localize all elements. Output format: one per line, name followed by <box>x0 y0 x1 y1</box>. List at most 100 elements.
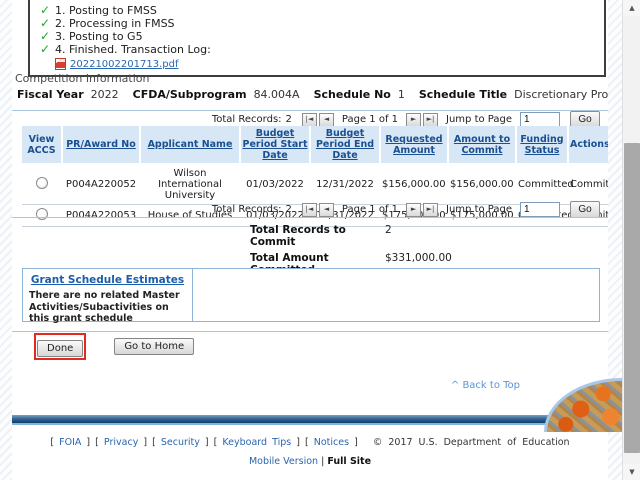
check-icon: ✓ <box>40 17 54 29</box>
total-records-value: 2 <box>286 114 292 125</box>
divider <box>12 331 608 332</box>
view-accs-radio[interactable] <box>36 177 48 189</box>
transaction-log-pdf-link[interactable]: 20221002201713.pdf <box>70 59 178 70</box>
schedule-no-value: 1 <box>398 88 405 101</box>
total-records-value: 2 <box>286 204 292 215</box>
budget-start-cell: 01/03/2022 <box>240 164 310 205</box>
col-header-budget-start[interactable]: Budget Period Start Date <box>240 126 310 164</box>
total-records-to-commit-value: 2 <box>385 224 392 248</box>
schedule-title-value: Discretionary Program - New <box>514 88 608 101</box>
pager-prev-button[interactable]: ◄ <box>319 113 334 127</box>
go-button[interactable]: Go <box>570 201 600 218</box>
pager-last-button[interactable]: ►| <box>423 203 438 217</box>
commit-action[interactable]: Commit <box>568 164 608 205</box>
col-header-applicant-name[interactable]: Applicant Name <box>140 126 240 164</box>
jump-to-page-label: Jump to Page <box>446 114 512 125</box>
competition-section-label: Competition Information <box>15 72 150 85</box>
content-area: ✓ 1. Posting to FMSS ✓ 2. Processing in … <box>12 0 608 480</box>
done-button[interactable]: Done <box>37 340 83 357</box>
log-step: ✓ 2. Processing in FMSS <box>40 17 596 30</box>
schedule-no-label: Schedule No <box>314 88 391 101</box>
no-activities-message: There are no related Master Activities/S… <box>29 290 186 325</box>
bracket: ] <box>296 437 300 448</box>
total-records-label: Total Records: <box>212 114 282 125</box>
pager-next-button[interactable]: ► <box>406 113 421 127</box>
fiscal-year-value: 2022 <box>91 88 119 101</box>
col-header-budget-end[interactable]: Budget Period End Date <box>310 126 380 164</box>
annotation-highlight-box: Done <box>34 333 86 360</box>
fiscal-year-field: Fiscal Year 2022 <box>17 88 119 101</box>
copyright-text: © 2017 U.S. Department of Education <box>373 437 570 448</box>
footer-links-row: [ FOIA ] [ Privacy ] [ Security ] [ Keyb… <box>12 437 608 448</box>
footer-link-notices[interactable]: Notices <box>314 437 349 448</box>
mobile-version-link[interactable]: Mobile Version <box>249 456 318 467</box>
requested-amount-cell: $156,000.00 <box>380 164 448 205</box>
footer-site-version-row: Mobile Version | Full Site <box>12 456 608 467</box>
pr-award-no-cell: P004A220053 <box>62 205 140 227</box>
jump-to-page-input[interactable] <box>520 112 560 127</box>
page-of-label: Page 1 of 1 <box>342 114 398 125</box>
log-step-text: 3. Posting to G5 <box>54 30 143 43</box>
col-header-pr-award-no[interactable]: PR/Award No <box>62 126 140 164</box>
cfda-subprogram-field: CFDA/Subprogram84.004A <box>133 88 300 101</box>
pager-bottom: Total Records: 2 |◄ ◄ Page 1 of 1 ► ►| J… <box>212 201 600 218</box>
pager-first-button[interactable]: |◄ <box>302 113 317 127</box>
scroll-up-button[interactable]: ▲ <box>623 0 640 16</box>
bracket: [ <box>305 437 309 448</box>
col-header-view-accs: View ACCS <box>22 126 62 164</box>
col-header-funding-status[interactable]: Funding Status <box>516 126 568 164</box>
grant-schedule-estimates-link[interactable]: Grant Schedule Estimates <box>29 274 186 286</box>
pager-first-button[interactable]: |◄ <box>302 203 317 217</box>
col-header-amount-to-commit[interactable]: Amount to Commit <box>448 126 516 164</box>
schedule-title-label: Schedule Title <box>419 88 507 101</box>
pdf-icon <box>55 58 66 70</box>
pager-last-button[interactable]: ►| <box>423 113 438 127</box>
table-row: P004A220052 Wilson International Univers… <box>22 164 608 205</box>
jump-to-page-input[interactable] <box>520 202 560 217</box>
log-step-text: 4. Finished. Transaction Log: <box>54 43 211 56</box>
jump-to-page-label: Jump to Page <box>446 204 512 215</box>
grant-schedule-estimates-empty-cell <box>193 269 599 321</box>
vertical-scrollbar: ▲ ▼ <box>622 0 640 480</box>
log-step: ✓ 3. Posting to G5 <box>40 30 596 43</box>
page-canvas: ✓ 1. Posting to FMSS ✓ 2. Processing in … <box>0 0 640 480</box>
bracket: [ <box>152 437 156 448</box>
log-step: ✓ 4. Finished. Transaction Log: <box>40 43 596 56</box>
bracket: ] <box>354 437 358 448</box>
fiscal-year-label: Fiscal Year <box>17 88 84 101</box>
page-of-label: Page 1 of 1 <box>342 204 398 215</box>
go-to-home-button[interactable]: Go to Home <box>114 338 194 355</box>
grant-schedule-estimates-box: Grant Schedule Estimates There are no re… <box>22 268 600 322</box>
cfda-subprogram-label: CFDA/Subprogram <box>133 88 247 101</box>
total-records-to-commit-row: Total Records to Commit 2 <box>250 224 452 248</box>
bracket: ] <box>205 437 209 448</box>
col-header-requested-amount[interactable]: Requested Amount <box>380 126 448 164</box>
check-icon: ✓ <box>40 4 54 16</box>
footer-link-security[interactable]: Security <box>161 437 200 448</box>
total-records-label: Total Records: <box>212 204 282 215</box>
check-icon: ✓ <box>40 43 54 55</box>
view-accs-radio[interactable] <box>36 208 48 220</box>
scrollbar-thumb[interactable] <box>624 143 640 453</box>
scroll-down-button[interactable]: ▼ <box>623 464 640 480</box>
pager-next-button[interactable]: ► <box>406 203 421 217</box>
check-icon: ✓ <box>40 30 54 42</box>
back-to-top-link[interactable]: ^ Back to Top <box>451 380 520 391</box>
pager-prev-button[interactable]: ◄ <box>319 203 334 217</box>
pr-award-no-cell: P004A220052 <box>62 164 140 205</box>
applicant-name-cell: Wilson International University <box>140 164 240 205</box>
footer-link-privacy[interactable]: Privacy <box>104 437 138 448</box>
bracket: [ <box>214 437 218 448</box>
total-records-to-commit-label: Total Records to Commit <box>250 224 385 248</box>
schedule-title-field: Schedule Title Discretionary Program - Ne… <box>419 88 608 101</box>
action-buttons-row: Done Go to Home <box>34 333 194 360</box>
bracket: [ <box>50 437 54 448</box>
footer-separator: | <box>321 456 324 467</box>
log-step-text: 1. Posting to FMSS <box>54 4 157 17</box>
decorative-blue-bar <box>12 415 608 425</box>
footer-link-keyboard-tips[interactable]: Keyboard Tips <box>222 437 291 448</box>
footer-link-foia[interactable]: FOIA <box>59 437 81 448</box>
bracket: [ <box>95 437 99 448</box>
col-header-actions: Actions <box>568 126 608 164</box>
log-step: ✓ 1. Posting to FMSS <box>40 4 596 17</box>
